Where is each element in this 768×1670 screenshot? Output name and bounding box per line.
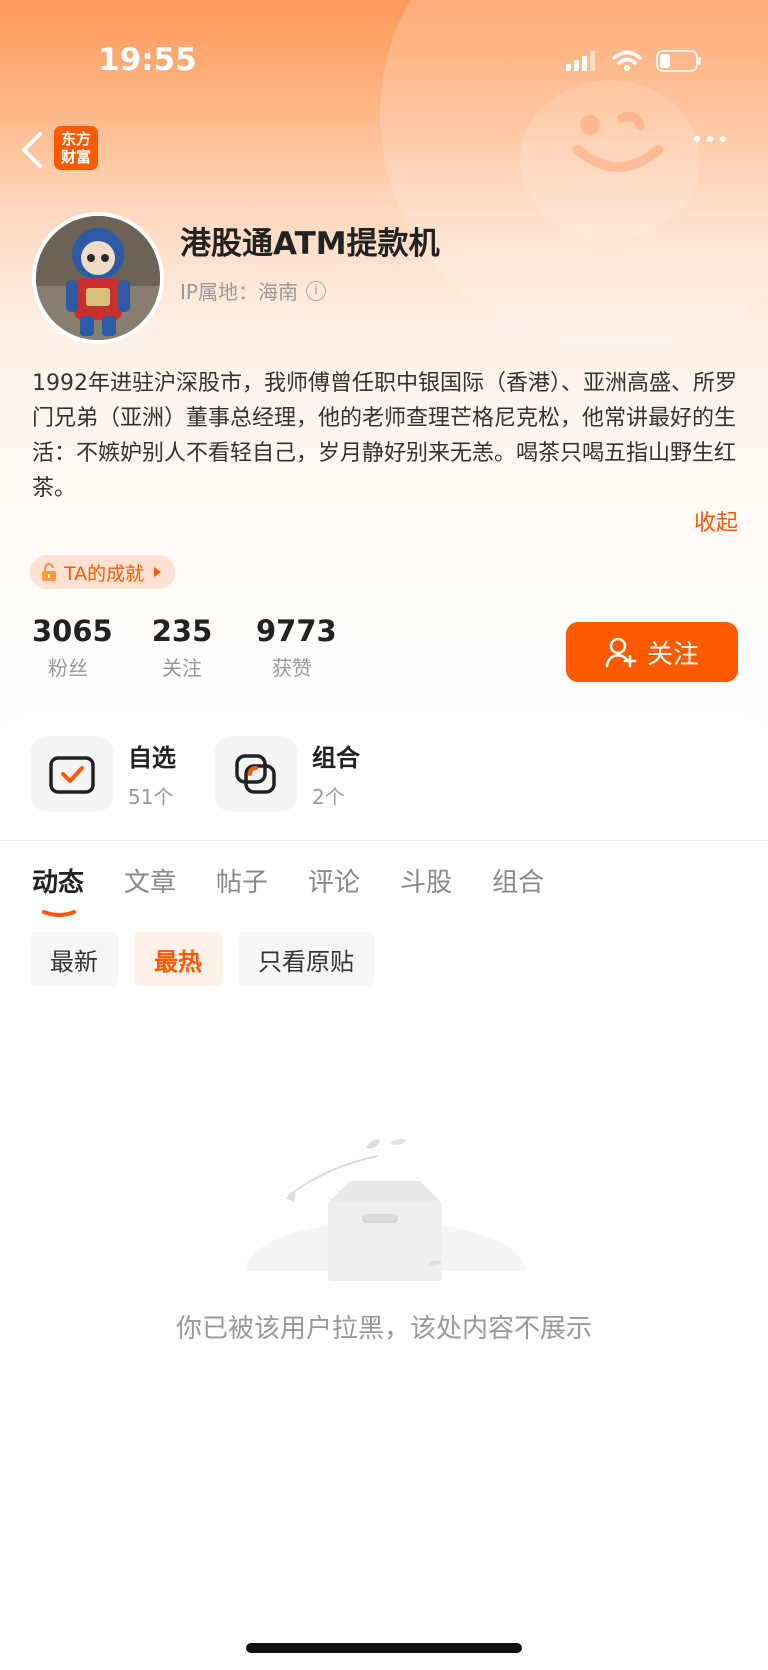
status-time: 19:55 [98, 42, 197, 78]
collapse-bio-link[interactable]: 收起 [694, 505, 738, 537]
tab-articles[interactable]: 文章 [124, 862, 176, 899]
tab-label: 帖子 [216, 868, 269, 898]
profile-bio: 1992年进驻沪深股市，我师傅曾任职中银国际（香港）、亚洲高盛、所罗门兄弟（亚洲… [32, 371, 737, 501]
stat-fans[interactable]: 3065 粉丝 [32, 614, 113, 681]
empty-box-illustration [240, 1138, 530, 1286]
stat-label: 粉丝 [48, 656, 88, 680]
divider [0, 840, 768, 841]
ip-location: IP属地：海南 i [180, 276, 326, 305]
more-options-icon[interactable] [694, 136, 726, 142]
quick-links: 自选 51个 组合 2个 [30, 736, 398, 812]
tab-label: 评论 [308, 868, 361, 898]
add-user-icon [605, 637, 637, 668]
filter-latest[interactable]: 最新 [30, 932, 118, 986]
lock-icon [42, 563, 56, 581]
avatar[interactable] [32, 212, 164, 344]
stat-following[interactable]: 235 关注 [144, 614, 220, 681]
content-tabs: 动态 文章 帖子 评论 斗股 组合 [32, 862, 544, 917]
achievement-label: TA的成就 [64, 562, 145, 585]
logo-text-line1: 东方 [60, 130, 91, 148]
portfolio-icon [214, 736, 298, 812]
content-card: 自选 51个 组合 2个 动态 文章 帖子 评论 斗股 组合 最新 最热 只看原… [0, 716, 768, 1670]
cellular-signal-icon [566, 51, 595, 71]
nav-bar: 东方 财富 [0, 120, 768, 180]
username: 港股通ATM提款机 [180, 226, 440, 262]
ip-location-label: IP属地：海南 [180, 280, 298, 304]
battery-icon [656, 50, 701, 72]
tab-comments[interactable]: 评论 [308, 862, 360, 899]
stat-value: 235 [151, 614, 213, 648]
stat-value: 3065 [32, 614, 113, 648]
tab-posts[interactable]: 帖子 [216, 862, 268, 899]
filter-hottest[interactable]: 最热 [134, 932, 222, 986]
quick-link-watchlist[interactable]: 自选 51个 [30, 736, 214, 812]
tab-label: 动态 [32, 868, 85, 898]
tab-label: 斗股 [400, 868, 453, 898]
tab-stock-battle[interactable]: 斗股 [400, 862, 452, 899]
tab-dynamics[interactable]: 动态 [32, 862, 85, 917]
filter-original-only[interactable]: 只看原贴 [238, 932, 374, 986]
quick-link-portfolio[interactable]: 组合 2个 [214, 736, 398, 812]
active-tab-indicator [42, 910, 76, 917]
quick-link-count: 2个 [312, 785, 345, 809]
back-arrow-icon[interactable] [18, 130, 46, 170]
quick-link-title: 自选 [128, 744, 176, 772]
follow-button[interactable]: 关注 [566, 622, 738, 682]
tab-portfolio[interactable]: 组合 [492, 862, 544, 899]
tab-label: 组合 [492, 868, 545, 898]
quick-link-title: 组合 [312, 744, 360, 772]
stat-likes[interactable]: 9773 获赞 [256, 614, 337, 681]
logo-text-line2: 财富 [60, 148, 91, 166]
profile-stats: 3065 粉丝 235 关注 9773 获赞 [32, 614, 337, 681]
app-logo[interactable]: 东方 财富 [54, 126, 98, 170]
home-indicator [246, 1643, 522, 1653]
watchlist-check-icon [30, 736, 114, 812]
status-bar: 19:55 [0, 0, 768, 120]
tab-label: 文章 [124, 868, 177, 898]
filter-chips: 最新 最热 只看原贴 [30, 932, 374, 986]
follow-button-label: 关注 [646, 639, 699, 670]
stat-value: 9773 [256, 614, 337, 648]
status-icons [566, 50, 702, 72]
quick-link-count: 51个 [128, 785, 174, 809]
achievement-badge[interactable]: TA的成就 [30, 555, 176, 589]
stat-label: 关注 [162, 656, 202, 680]
wifi-icon [612, 50, 642, 71]
arrow-right-icon [154, 567, 162, 577]
avatar-image [36, 216, 160, 340]
stat-label: 获赞 [272, 656, 312, 680]
empty-state-message: 你已被该用户拉黑，该处内容不展示 [175, 1314, 592, 1344]
info-icon[interactable]: i [305, 280, 326, 301]
